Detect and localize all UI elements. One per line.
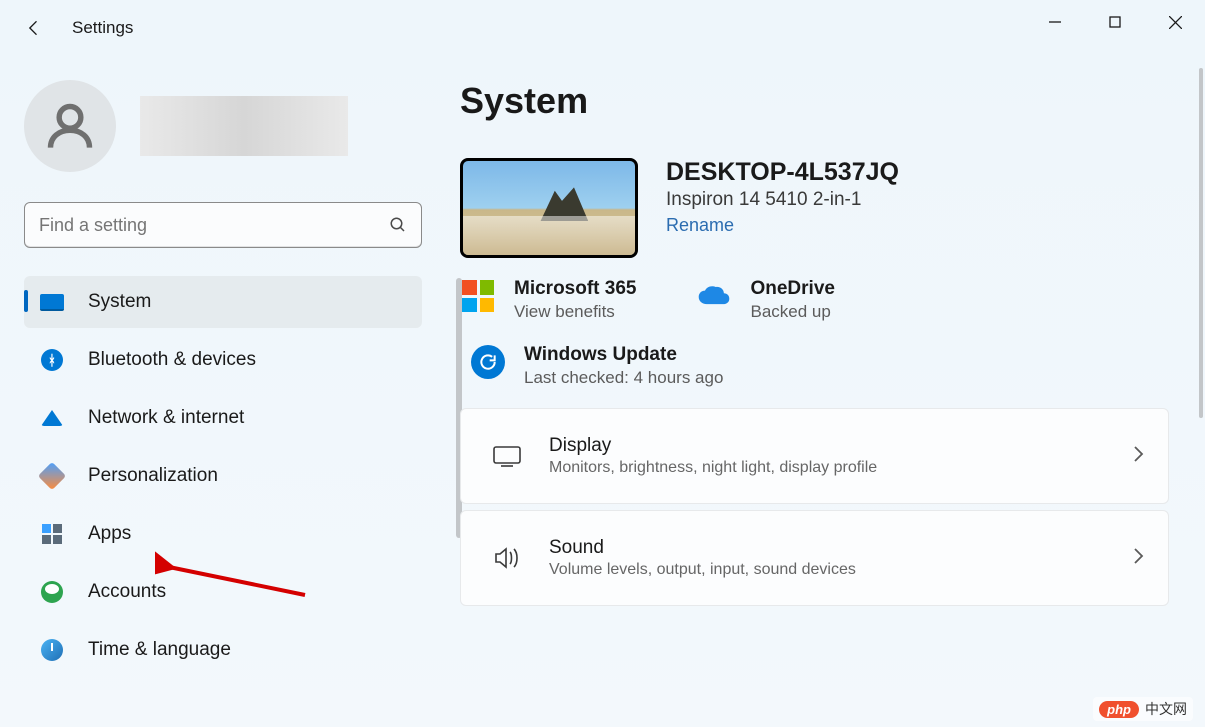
close-icon	[1169, 16, 1182, 29]
onedrive-card[interactable]: OneDrive Backed up	[696, 278, 834, 322]
sidebar-item-label: Time & language	[88, 639, 231, 661]
sidebar: System ᚼ Bluetooth & devices Network & i…	[0, 56, 460, 727]
item-title: Sound	[549, 537, 1132, 559]
arrow-left-icon	[24, 18, 44, 38]
settings-item-display[interactable]: Display Monitors, brightness, night ligh…	[460, 408, 1169, 504]
item-sub: Volume levels, output, input, sound devi…	[549, 561, 1132, 579]
minimize-button[interactable]	[1025, 0, 1085, 44]
watermark-logo: php	[1099, 701, 1139, 718]
card-title: Windows Update	[524, 344, 723, 366]
profile-block[interactable]	[24, 80, 460, 172]
wifi-icon	[40, 406, 64, 430]
card-sub: Last checked: 4 hours ago	[524, 368, 723, 388]
minimize-icon	[1049, 16, 1061, 28]
page-title: System	[460, 80, 1169, 122]
sync-icon	[470, 344, 506, 380]
display-icon	[485, 445, 529, 467]
search-icon	[389, 216, 407, 234]
sidebar-item-time-language[interactable]: Time & language	[24, 624, 422, 676]
sidebar-item-label: Personalization	[88, 465, 218, 487]
sound-icon	[485, 546, 529, 570]
item-title: Display	[549, 435, 1132, 457]
item-sub: Monitors, brightness, night light, displ…	[549, 459, 1132, 477]
sidebar-item-label: System	[88, 291, 151, 313]
search-box[interactable]	[24, 202, 422, 248]
bluetooth-icon: ᚼ	[40, 348, 64, 372]
sidebar-item-apps[interactable]: Apps	[24, 508, 422, 560]
card-title: Microsoft 365	[514, 278, 636, 300]
maximize-button[interactable]	[1085, 0, 1145, 44]
system-icon	[40, 290, 64, 314]
card-title: OneDrive	[750, 278, 834, 300]
device-model: Inspiron 14 5410 2-in-1	[666, 189, 899, 211]
clock-globe-icon	[40, 638, 64, 662]
watermark-text: 中文网	[1145, 699, 1187, 719]
card-sub: View benefits	[514, 302, 636, 322]
sidebar-item-personalization[interactable]: Personalization	[24, 450, 422, 502]
settings-item-sound[interactable]: Sound Volume levels, output, input, soun…	[460, 510, 1169, 606]
window-controls	[1025, 0, 1205, 44]
sidebar-item-label: Accounts	[88, 581, 166, 603]
sidebar-item-bluetooth[interactable]: ᚼ Bluetooth & devices	[24, 334, 422, 386]
sidebar-item-accounts[interactable]: Accounts	[24, 566, 422, 618]
nav-list: System ᚼ Bluetooth & devices Network & i…	[24, 276, 444, 676]
window-title: Settings	[72, 18, 133, 38]
microsoft-365-card[interactable]: Microsoft 365 View benefits	[460, 278, 636, 322]
sidebar-item-system[interactable]: System	[24, 276, 422, 328]
rename-link[interactable]: Rename	[666, 215, 734, 236]
paintbrush-icon	[40, 464, 64, 488]
maximize-icon	[1109, 16, 1121, 28]
card-sub: Backed up	[750, 302, 834, 322]
sidebar-item-label: Network & internet	[88, 407, 244, 429]
chevron-right-icon	[1132, 445, 1144, 468]
close-button[interactable]	[1145, 0, 1205, 44]
back-button[interactable]	[16, 10, 52, 46]
user-name-redacted	[140, 96, 348, 156]
account-icon	[40, 580, 64, 604]
sidebar-item-network[interactable]: Network & internet	[24, 392, 422, 444]
search-input[interactable]	[39, 215, 389, 236]
chevron-right-icon	[1132, 547, 1144, 570]
sidebar-item-label: Apps	[88, 523, 131, 545]
onedrive-cloud-icon	[696, 278, 732, 314]
watermark: php 中文网	[1093, 697, 1193, 721]
main-content: System DESKTOP-4L537JQ Inspiron 14 5410 …	[460, 56, 1205, 727]
windows-update-card[interactable]: Windows Update Last checked: 4 hours ago	[470, 344, 1169, 388]
person-icon	[44, 100, 96, 152]
device-block: DESKTOP-4L537JQ Inspiron 14 5410 2-in-1 …	[460, 158, 1169, 258]
avatar	[24, 80, 116, 172]
sidebar-item-label: Bluetooth & devices	[88, 349, 256, 371]
desktop-thumbnail[interactable]	[460, 158, 638, 258]
microsoft-logo-icon	[460, 278, 496, 314]
main-scrollbar[interactable]	[1199, 68, 1203, 418]
device-name: DESKTOP-4L537JQ	[666, 158, 899, 187]
apps-icon	[40, 522, 64, 546]
